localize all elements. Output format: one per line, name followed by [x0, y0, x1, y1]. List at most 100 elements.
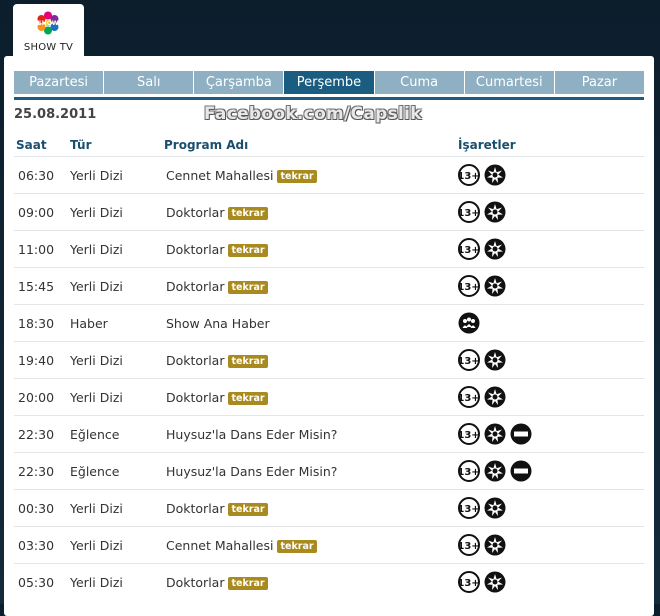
violence-icon [484, 386, 506, 408]
row-program: Doktorlar tekrar [166, 242, 268, 257]
program-name[interactable]: Cennet Mahallesi [166, 168, 273, 183]
negative-example-icon [510, 460, 532, 482]
negative-example-icon [510, 423, 532, 445]
column-header-signs: İşaretler [458, 138, 516, 152]
row-time: 00:30 [18, 501, 55, 516]
row-signs: 13+ [458, 534, 506, 556]
row-time: 22:30 [18, 427, 55, 442]
svg-text:13+: 13+ [458, 393, 480, 404]
watermark: Facebook.com/Capslik [204, 104, 422, 124]
program-name[interactable]: Doktorlar [166, 279, 224, 294]
svg-text:13+: 13+ [458, 541, 480, 552]
row-genre: Yerli Dizi [70, 205, 123, 220]
row-program: Doktorlar tekrar [166, 205, 268, 220]
row-signs [458, 312, 480, 334]
row-program: Doktorlar tekrar [166, 390, 268, 405]
table-row[interactable]: 20:00 Yerli Dizi Doktorlar tekrar 13+ [14, 378, 644, 415]
program-name[interactable]: Doktorlar [166, 353, 224, 368]
row-program: Huysuz'la Dans Eder Misin? [166, 464, 337, 479]
row-signs: 13+ [458, 460, 532, 482]
row-signs: 13+ [458, 349, 506, 371]
violence-icon [484, 460, 506, 482]
violence-icon [484, 534, 506, 556]
row-genre: Yerli Dizi [70, 279, 123, 294]
schedule-table: 06:30 Yerli Dizi Cennet Mahallesi tekrar 13+… [14, 156, 644, 600]
row-genre: Haber [70, 316, 108, 331]
row-program: Doktorlar tekrar [166, 353, 268, 368]
rerun-badge: tekrar [277, 170, 317, 183]
program-name[interactable]: Doktorlar [166, 205, 224, 220]
table-header: Saat Tür Program Adı İşaretler [14, 138, 644, 156]
row-program: Doktorlar tekrar [166, 575, 268, 590]
row-genre: Yerli Dizi [70, 575, 123, 590]
table-row[interactable]: 09:00 Yerli Dizi Doktorlar tekrar 13+ [14, 193, 644, 230]
channel-name: SHOW TV [23, 42, 74, 53]
table-row[interactable]: 19:40 Yerli Dizi Doktorlar tekrar 13+ [14, 341, 644, 378]
violence-icon [484, 571, 506, 593]
tab-day[interactable]: Çarşamba [194, 71, 285, 94]
program-name[interactable]: Huysuz'la Dans Eder Misin? [166, 464, 337, 479]
rerun-badge: tekrar [228, 577, 268, 590]
tab-day[interactable]: Cumartesi [464, 71, 555, 94]
row-time: 11:00 [18, 242, 55, 257]
svg-text:13+: 13+ [458, 208, 480, 219]
violence-icon [484, 497, 506, 519]
age-13-icon: 13+ [458, 275, 480, 297]
tab-day[interactable]: Salı [104, 71, 195, 94]
day-tabs: Pazartesi Salı Çarşamba Perşembe Cuma Cumarte… [14, 71, 644, 100]
violence-icon [484, 164, 506, 186]
program-name[interactable]: Doktorlar [166, 242, 224, 257]
program-name[interactable]: Cennet Mahallesi [166, 538, 273, 553]
age-13-icon: 13+ [458, 571, 480, 593]
tab-day[interactable]: Pazartesi [14, 71, 105, 94]
table-row[interactable]: 06:30 Yerli Dizi Cennet Mahallesi tekrar 13+ [14, 156, 644, 193]
tab-day[interactable]: Cuma [374, 71, 465, 94]
row-signs: 13+ [458, 238, 506, 260]
violence-icon [484, 349, 506, 371]
row-genre: Yerli Dizi [70, 390, 123, 405]
row-time: 05:30 [18, 575, 55, 590]
row-signs: 13+ [458, 275, 506, 297]
row-signs: 13+ [458, 571, 506, 593]
row-time: 09:00 [18, 205, 55, 220]
program-name[interactable]: Doktorlar [166, 575, 224, 590]
age-13-icon: 13+ [458, 238, 480, 260]
table-row[interactable]: 22:30 Eğlence Huysuz'la Dans Eder Misin? 13… [14, 415, 644, 452]
general-audience-icon [458, 312, 480, 334]
table-row[interactable]: 05:30 Yerli Dizi Doktorlar tekrar 13+ [14, 563, 644, 600]
svg-text:13+: 13+ [458, 578, 480, 589]
table-row[interactable]: 15:45 Yerli Dizi Doktorlar tekrar 13+ [14, 267, 644, 304]
table-row[interactable]: 18:30 Haber Show Ana Haber [14, 304, 644, 341]
row-time: 20:00 [18, 390, 55, 405]
channel-tab-show-tv[interactable]: SHOW SHOW TV [13, 4, 84, 60]
row-program: Doktorlar tekrar [166, 279, 268, 294]
row-time: 22:30 [18, 464, 55, 479]
table-row[interactable]: 22:30 Eğlence Huysuz'la Dans Eder Misin? 13… [14, 452, 644, 489]
table-row[interactable]: 03:30 Yerli Dizi Cennet Mahallesi tekrar 13+ [14, 526, 644, 563]
row-genre: Yerli Dizi [70, 538, 123, 553]
program-name[interactable]: Doktorlar [166, 390, 224, 405]
svg-text:SHOW: SHOW [37, 20, 58, 27]
program-name[interactable]: Doktorlar [166, 501, 224, 516]
row-program: Cennet Mahallesi tekrar [166, 168, 317, 183]
row-time: 06:30 [18, 168, 55, 183]
schedule-date: 25.08.2011 [14, 107, 97, 122]
violence-icon [484, 423, 506, 445]
tab-day[interactable]: Pazar [554, 71, 644, 94]
rerun-badge: tekrar [228, 503, 268, 516]
row-genre: Eğlence [70, 464, 120, 479]
svg-text:13+: 13+ [458, 282, 480, 293]
program-name[interactable]: Show Ana Haber [166, 316, 270, 331]
table-row[interactable]: 11:00 Yerli Dizi Doktorlar tekrar 13+ [14, 230, 644, 267]
violence-icon [484, 238, 506, 260]
svg-text:13+: 13+ [458, 245, 480, 256]
program-name[interactable]: Huysuz'la Dans Eder Misin? [166, 427, 337, 442]
tab-day[interactable]: Perşembe [284, 71, 375, 94]
rerun-badge: tekrar [228, 244, 268, 257]
rerun-badge: tekrar [228, 355, 268, 368]
row-program: Doktorlar tekrar [166, 501, 268, 516]
row-program: Show Ana Haber [166, 316, 270, 331]
violence-icon [484, 201, 506, 223]
table-row[interactable]: 00:30 Yerli Dizi Doktorlar tekrar 13+ [14, 489, 644, 526]
rerun-badge: tekrar [228, 281, 268, 294]
